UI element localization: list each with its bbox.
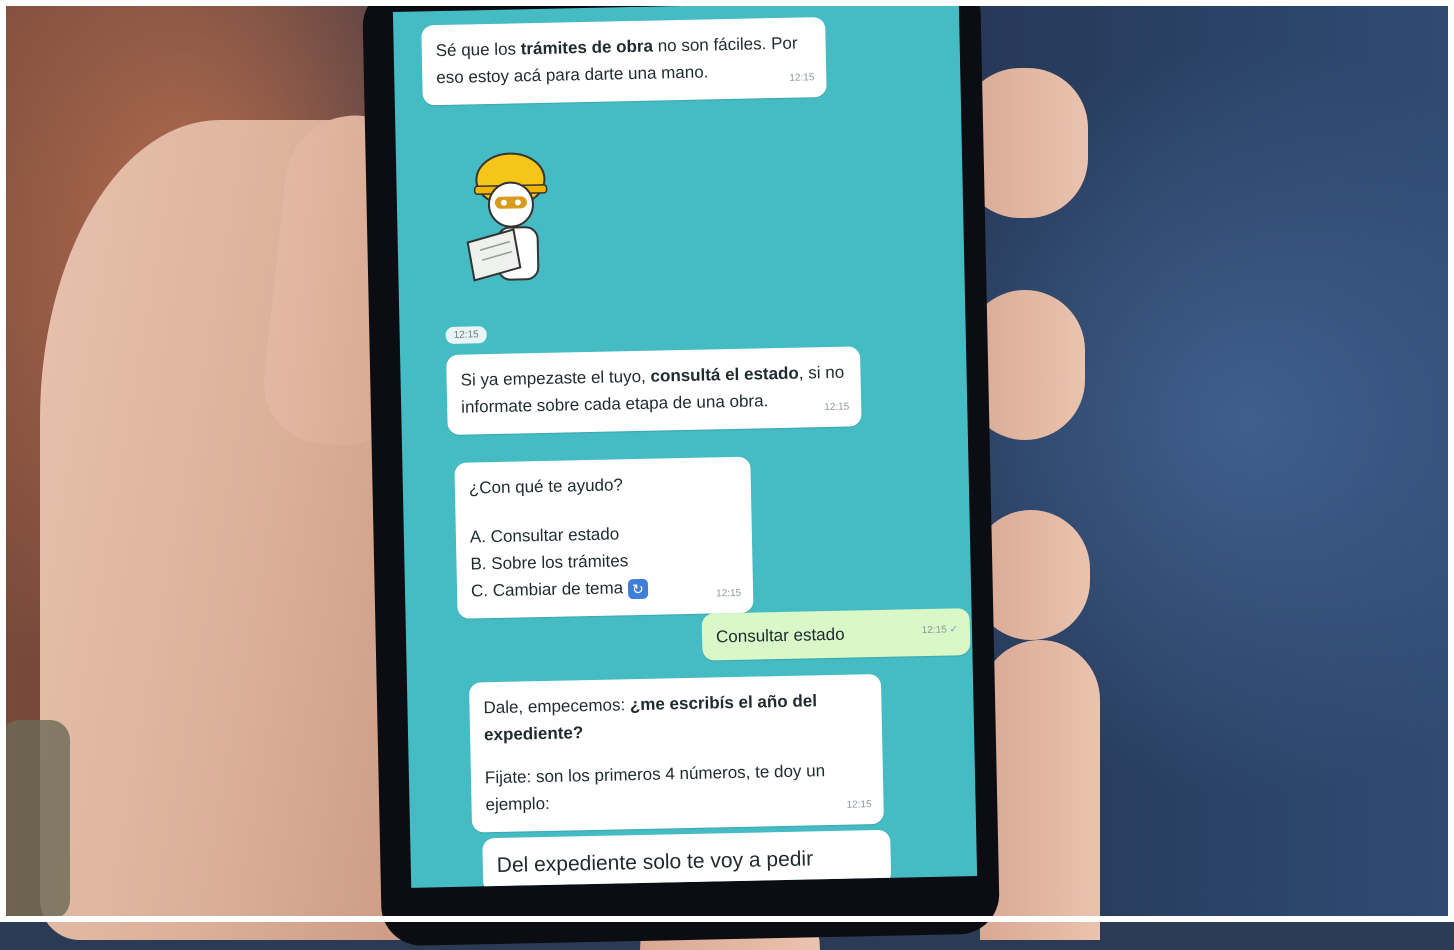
- message-time-value: 12:15: [921, 624, 947, 637]
- message-time: 12:15: [715, 587, 742, 600]
- check-icon: ✓: [949, 624, 959, 636]
- message-text: Sé que los: [435, 39, 521, 61]
- message-text: Si ya empezaste el tuyo,: [460, 366, 651, 390]
- chat-screen: Sé que los trámites de obra no son fácil…: [392, 0, 978, 888]
- message-note: Fijate: son los primeros 4 números, te d…: [484, 761, 826, 815]
- message-bubble-intro: Sé que los trámites de obra no son fácil…: [421, 16, 827, 106]
- message-time: 12:15: [824, 401, 850, 414]
- message-text: Dale, empecemos:: [483, 695, 631, 718]
- message-bubble-year-request: Dale, empecemos: ¿me escribís el año del…: [468, 673, 884, 833]
- message-bold-text: consultá el estado: [650, 363, 800, 386]
- message-time: 12:15 ✓: [921, 616, 958, 644]
- message-text: Del expediente solo te voy a pedir: [496, 847, 814, 878]
- message-bold-text: trámites de obra: [520, 36, 654, 59]
- construction-robot-sticker: [466, 152, 548, 282]
- message-time: 12:15: [846, 799, 872, 811]
- sticker-time: 12:15: [445, 326, 487, 344]
- message-text: Consultar estado: [715, 624, 845, 647]
- message-time: 12:15: [789, 72, 815, 84]
- menu-option-c[interactable]: C. Cambiar de tema ↻: [471, 572, 740, 605]
- menu-option-c-label: C. Cambiar de tema: [470, 578, 624, 601]
- bracelet: [0, 720, 70, 920]
- message-bubble-status: Si ya empezaste el tuyo, consultá el est…: [446, 346, 862, 435]
- message-bubble-outgoing: Consultar estado 12:15 ✓: [701, 608, 971, 661]
- message-bubble-menu: ¿Con qué te ayudo? A. Consultar estado B…: [454, 456, 754, 619]
- refresh-icon: ↻: [627, 578, 649, 599]
